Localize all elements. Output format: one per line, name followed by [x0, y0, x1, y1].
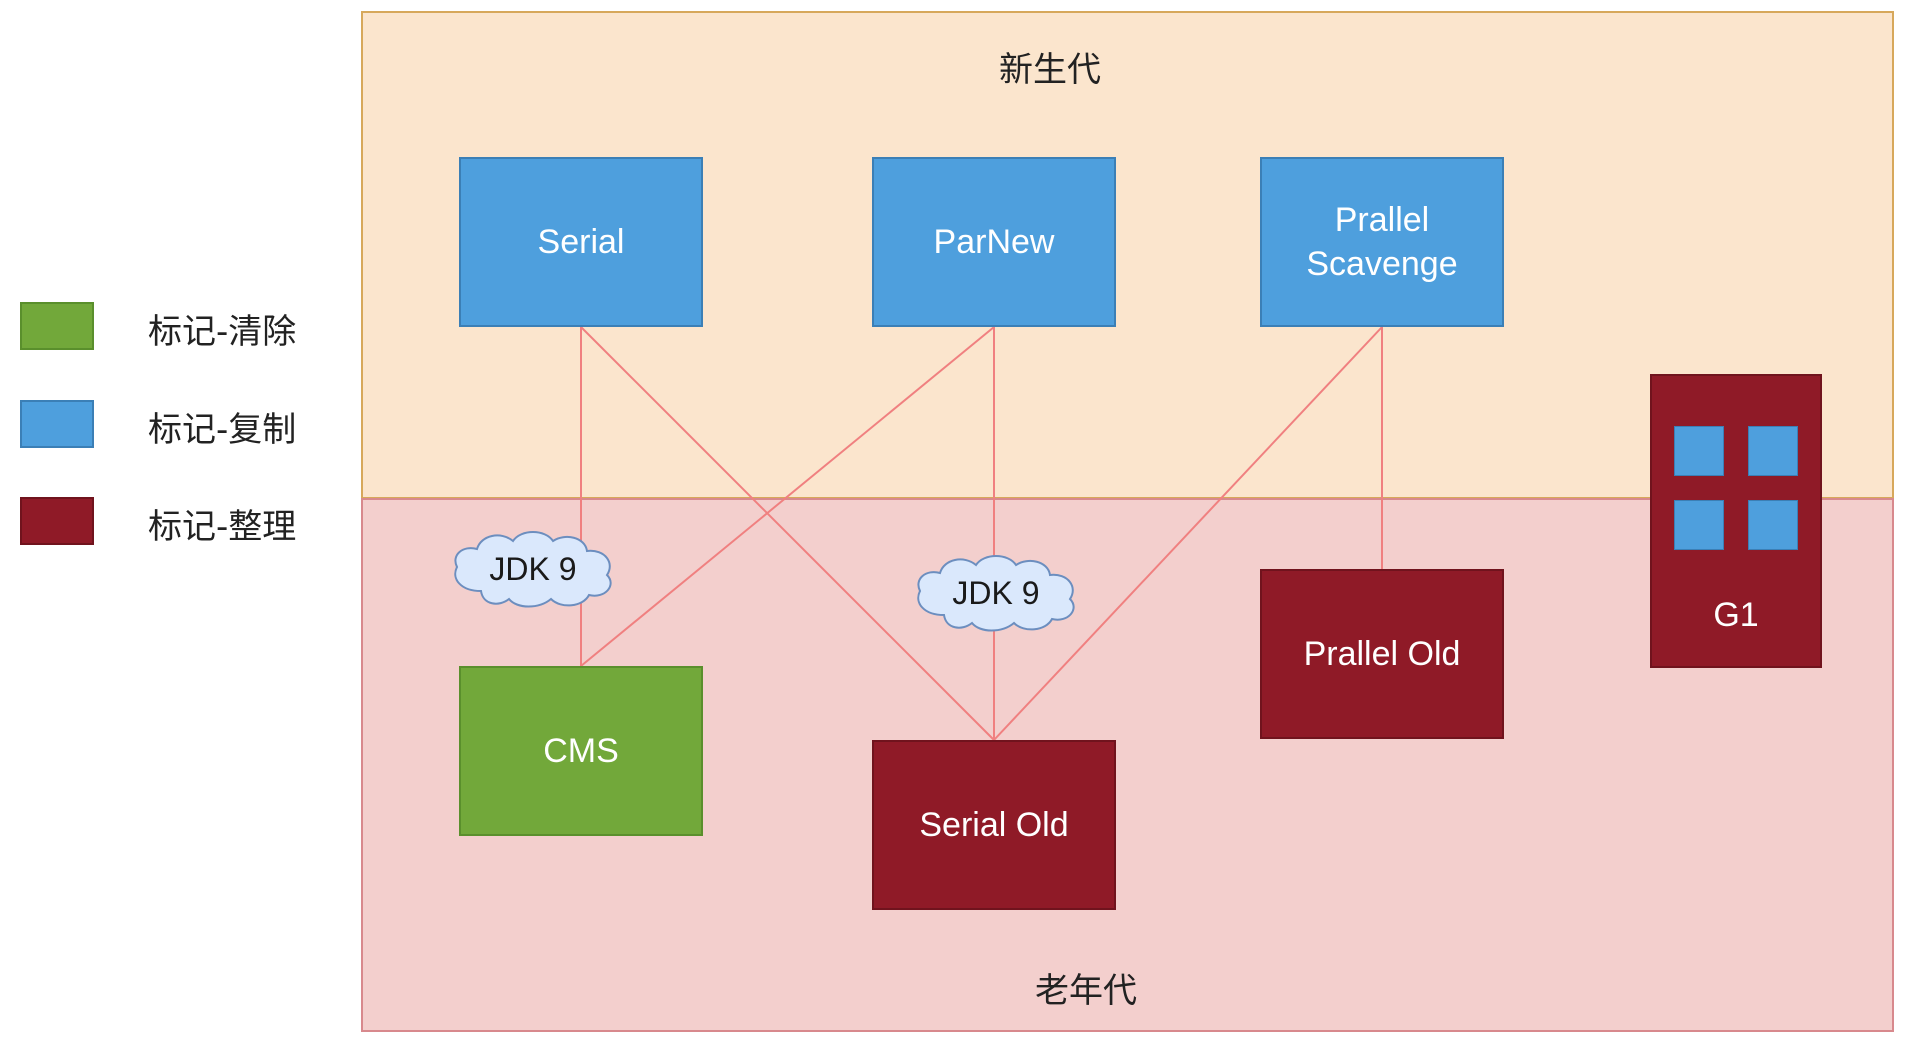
g1-label: G1 [1713, 596, 1759, 634]
legend-label-mark-sweep: 标记-清除 [148, 312, 297, 352]
jdk9-label-left: JDK 9 [489, 550, 577, 587]
jdk9-label-middle: JDK 9 [952, 574, 1040, 611]
jdk9-cloud-left: JDK 9 [443, 521, 623, 617]
legend-swatch-mark-compact [20, 497, 94, 545]
young-generation-title: 新生代 [999, 50, 1101, 90]
g1-region-cell [1674, 426, 1724, 476]
collector-parnew[interactable]: ParNew [872, 157, 1116, 327]
g1-region-cell [1748, 500, 1798, 550]
legend-swatch-mark-sweep [20, 302, 94, 350]
jdk9-cloud-middle: JDK 9 [906, 545, 1086, 641]
legend-label-mark-copy: 标记-复制 [148, 410, 297, 450]
old-generation-title: 老年代 [1035, 971, 1137, 1011]
collector-parallel-scavenge[interactable]: Prallel Scavenge [1260, 157, 1504, 327]
collector-serial-old[interactable]: Serial Old [872, 740, 1116, 910]
collector-g1[interactable]: G1 [1650, 374, 1822, 668]
collector-parallel-old[interactable]: Prallel Old [1260, 569, 1504, 739]
collector-cms[interactable]: CMS [459, 666, 703, 836]
collector-serial[interactable]: Serial [459, 157, 703, 327]
g1-region-cell [1748, 426, 1798, 476]
legend-label-mark-compact: 标记-整理 [148, 507, 297, 547]
g1-region-cell [1674, 500, 1724, 550]
legend-swatch-mark-copy [20, 400, 94, 448]
